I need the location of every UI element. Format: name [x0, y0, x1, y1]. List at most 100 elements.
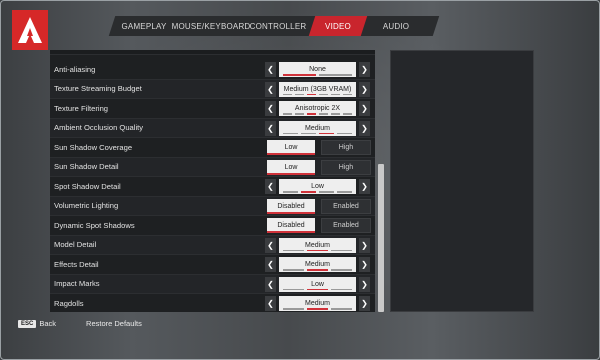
- level-indicator: [283, 93, 352, 96]
- toggle-option[interactable]: Enabled: [321, 218, 371, 233]
- setting-label: Sun Shadow Detail: [54, 162, 119, 172]
- toggle-group: Disabled Enabled: [267, 218, 371, 233]
- chevron-right-icon[interactable]: ❯: [359, 276, 370, 292]
- back-button[interactable]: Back: [39, 319, 56, 328]
- level-dot: [331, 249, 352, 251]
- level-indicator: [283, 113, 352, 115]
- toggle-option[interactable]: High: [321, 140, 371, 155]
- tab-gameplay[interactable]: GAMEPLAY: [112, 16, 176, 36]
- tab-audio[interactable]: AUDIO: [366, 16, 426, 36]
- description-panel: [390, 50, 534, 312]
- toggle-option[interactable]: Enabled: [321, 198, 371, 214]
- level-dot: [343, 93, 352, 95]
- partial-row: [50, 50, 375, 55]
- level-dot: [307, 93, 316, 95]
- chevron-right-icon[interactable]: ❯: [359, 62, 370, 77]
- chevron-left-icon[interactable]: ❮: [265, 101, 276, 116]
- chevron-left-icon[interactable]: ❮: [265, 257, 276, 272]
- setting-row[interactable]: Anti-aliasing ❮ None ❯: [50, 60, 375, 80]
- level-dot: [343, 113, 352, 115]
- chevron-right-icon[interactable]: ❯: [359, 296, 370, 311]
- setting-row[interactable]: Effects Detail ❮ Medium ❯: [50, 255, 375, 275]
- tab-controller[interactable]: CONTROLLER: [246, 16, 310, 36]
- level-indicator: [283, 249, 352, 252]
- setting-row[interactable]: Sun Shadow Coverage Low High: [50, 138, 375, 158]
- chevron-right-icon[interactable]: ❯: [359, 179, 370, 194]
- toggle-option[interactable]: Low: [267, 140, 315, 155]
- setting-label: Effects Detail: [54, 259, 99, 269]
- level-indicator: [283, 191, 352, 193]
- option-selector: ❮ Anisotropic 2X ❯: [265, 101, 370, 116]
- toggle-option[interactable]: High: [321, 159, 371, 175]
- chevron-left-icon[interactable]: ❮: [265, 81, 276, 97]
- chevron-left-icon[interactable]: ❮: [265, 296, 276, 311]
- level-dot: [319, 191, 334, 193]
- setting-row[interactable]: Sun Shadow Detail Low High: [50, 157, 375, 177]
- level-indicator: [283, 132, 352, 135]
- chevron-left-icon[interactable]: ❮: [265, 237, 276, 253]
- setting-row[interactable]: Volumetric Lighting Disabled Enabled: [50, 196, 375, 216]
- level-indicator: [283, 308, 352, 310]
- setting-row[interactable]: Spot Shadow Detail ❮ Low ❯: [50, 177, 375, 197]
- chevron-left-icon[interactable]: ❮: [265, 276, 276, 292]
- toggle-option[interactable]: Disabled: [267, 198, 315, 214]
- footer: ESC Back Restore Defaults: [18, 319, 142, 328]
- chevron-left-icon[interactable]: ❮: [265, 62, 276, 77]
- level-dot: [283, 113, 292, 115]
- setting-label: Model Detail: [54, 240, 97, 250]
- setting-row[interactable]: Ragdolls ❮ Medium ❯: [50, 294, 375, 312]
- toggle-group: Low High: [267, 140, 371, 155]
- level-dot: [331, 269, 352, 271]
- level-indicator: [283, 74, 352, 76]
- setting-row[interactable]: Ambient Occlusion Quality ❮ Medium ❯: [50, 118, 375, 138]
- setting-row[interactable]: Model Detail ❮ Medium ❯: [50, 235, 375, 255]
- level-dot: [283, 269, 304, 271]
- level-dot: [307, 269, 328, 271]
- option-selector: ❮ Medium ❯: [265, 296, 370, 311]
- setting-row[interactable]: Texture Filtering ❮ Anisotropic 2X ❯: [50, 99, 375, 119]
- setting-label: Texture Streaming Budget: [54, 84, 142, 94]
- option-selector: ❮ Medium (3GB VRAM) ❯: [265, 81, 370, 97]
- level-dot: [283, 249, 304, 251]
- toggle-option[interactable]: Disabled: [267, 218, 315, 233]
- level-dot: [331, 113, 340, 115]
- toggle-option[interactable]: Low: [267, 159, 315, 175]
- level-dot: [319, 93, 328, 95]
- setting-label: Sun Shadow Coverage: [54, 142, 133, 152]
- chevron-right-icon[interactable]: ❯: [359, 257, 370, 272]
- level-dot: [319, 132, 334, 134]
- chevron-left-icon[interactable]: ❮: [265, 179, 276, 194]
- setting-label: Anti-aliasing: [54, 64, 96, 74]
- level-indicator: [283, 288, 352, 291]
- chevron-right-icon[interactable]: ❯: [359, 101, 370, 116]
- level-dot: [337, 132, 352, 134]
- esc-key-icon: ESC: [18, 319, 37, 328]
- chevron-right-icon[interactable]: ❯: [359, 81, 370, 97]
- tab-video[interactable]: VIDEO: [310, 16, 366, 36]
- setting-label: Ambient Occlusion Quality: [54, 123, 144, 133]
- setting-row[interactable]: Impact Marks ❮ Low ❯: [50, 274, 375, 294]
- chevron-right-icon[interactable]: ❯: [359, 237, 370, 253]
- level-dot: [307, 113, 316, 115]
- chevron-right-icon[interactable]: ❯: [359, 120, 370, 136]
- apex-logo-icon: [12, 10, 48, 50]
- scrollbar[interactable]: [378, 164, 384, 312]
- level-dot: [307, 249, 328, 251]
- tab-mouse-keyboard[interactable]: MOUSE/KEYBOARD: [172, 16, 251, 36]
- restore-defaults-button[interactable]: Restore Defaults: [86, 319, 142, 328]
- level-dot: [331, 288, 352, 290]
- level-dot: [283, 288, 304, 290]
- level-dot: [319, 74, 352, 76]
- level-dot: [283, 93, 292, 95]
- toggle-group: Low High: [267, 159, 371, 175]
- level-dot: [307, 308, 328, 310]
- option-selector: ❮ Medium ❯: [265, 237, 370, 253]
- level-dot: [295, 93, 304, 95]
- chevron-left-icon[interactable]: ❮: [265, 120, 276, 136]
- level-dot: [301, 132, 316, 134]
- setting-label: Dynamic Spot Shadows: [54, 220, 135, 230]
- setting-row[interactable]: Texture Streaming Budget ❮ Medium (3GB VRA…: [50, 79, 375, 99]
- setting-row[interactable]: Dynamic Spot Shadows Disabled Enabled: [50, 216, 375, 236]
- level-dot: [331, 308, 352, 310]
- level-dot: [283, 74, 316, 76]
